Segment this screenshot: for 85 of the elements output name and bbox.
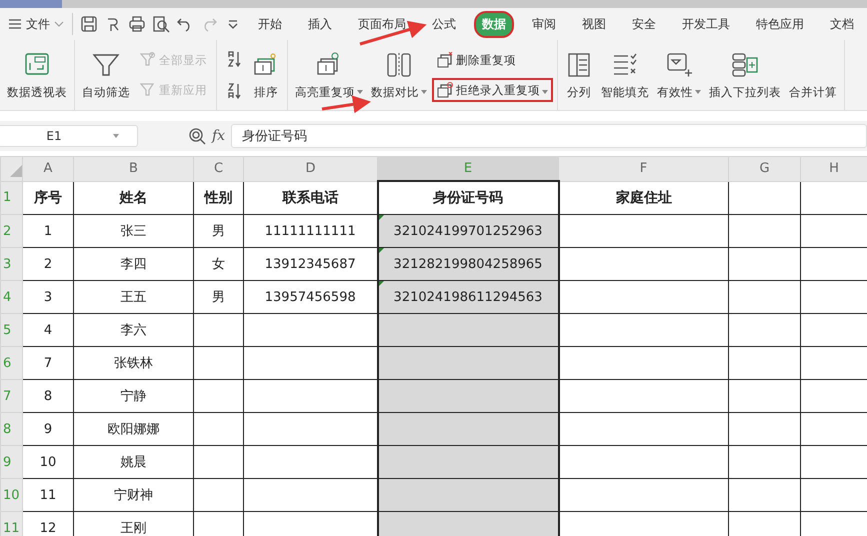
menu-icon [8,18,22,30]
table-cell-text: 男 [212,289,225,306]
table-cell-text: 欧阳娜娜 [108,421,160,438]
table-cell-text: 李六 [120,322,146,339]
column-header[interactable]: D [244,156,378,181]
table-cell: 12 [40,520,56,536]
table-cell-text: 女 [212,256,225,273]
ribbon-tab[interactable]: 视图 [574,10,614,38]
caret-icon [112,133,120,139]
file-menu[interactable]: 文件 [4,16,68,32]
ribbon-tab[interactable]: 开发工具 [674,10,738,38]
table-cell: 321282199804258965 [394,256,542,272]
column-title: 序号 [34,188,62,207]
table-cell: 13912345687 [264,256,356,272]
ribbon-tab[interactable]: 审阅 [524,10,564,38]
chevron-icon [54,20,64,28]
formula-field[interactable]: 身份证号码 [231,124,867,148]
table-cell: 3 [44,290,52,304]
column-header[interactable]: B [74,156,194,181]
table-cell: 13957456598 [264,290,356,304]
table-cell: 11 [40,488,56,502]
column-header[interactable]: G [728,156,800,181]
table-cell: 2 [44,256,52,272]
name-box[interactable]: E1 [0,125,138,147]
ribbon-tab[interactable]: 特色应用 [748,10,812,38]
sort-descending-icon [226,82,242,100]
table-cell: 321024198611294563 [394,290,542,304]
column-title: 姓名 [120,188,148,207]
sort-ascending-icon [226,50,242,68]
ribbon-tab[interactable]: 开始 [250,10,290,38]
table-cell-text: 男 [212,223,225,240]
table-cell-text: 姚晨 [120,454,146,471]
reject-duplicate-icon [437,82,453,98]
column-title: 性别 [204,188,232,207]
table-cell-text: 张铁林 [114,355,153,372]
ribbon-tab[interactable]: 公式 [424,10,464,38]
table-cell-text: 王刚 [120,520,146,536]
table-cell: 11111111111 [264,224,356,238]
ribbon-button[interactable]: 自动筛选 [79,40,133,110]
select-all-icon [10,164,22,176]
column-header[interactable]: H [800,156,867,181]
table-cell: 10 [40,454,56,470]
arrow-annotation [360,20,427,46]
ribbon-button[interactable]: 智能填充 [598,40,652,110]
ribbon-tab[interactable]: 文档 [822,10,862,38]
split-column-icon [385,50,413,78]
table-cell-text: 张三 [120,223,146,240]
filter-icon [140,52,156,68]
table-cell: 8 [44,388,52,404]
zoom-icon [188,127,206,145]
table-cell: 7 [44,356,52,370]
column-title: 家庭住址 [616,188,672,207]
ribbon-button[interactable]: 插入下拉列表 [706,40,784,110]
column-header[interactable]: A [22,156,74,181]
ribbon-button[interactable]: 有效性 [654,40,704,110]
ribbon-button[interactable]: 数据透视表 [4,40,70,110]
table-cell: 9 [44,422,52,436]
ribbon-button[interactable]: 合并计算 [786,40,840,110]
table-cell: 1 [44,224,52,238]
dropdown-list-icon [665,50,693,78]
printer-icon [128,15,146,33]
preview-icon [152,15,170,33]
ribbon-tab[interactable]: 插入 [300,10,340,38]
column-title: 身份证号码 [433,189,503,207]
ribbon-tab[interactable]: 页面布局 [350,10,414,38]
ribbon-button[interactable]: 分列 [562,40,596,110]
ribbon-button[interactable]: 拒绝录入重复项 [432,78,553,102]
save-icon [80,15,98,33]
delete-duplicate-icon [437,52,453,68]
ribbon-button[interactable]: 排序 [249,40,283,110]
merge-icon [731,50,759,78]
table-cell: 4 [44,322,52,338]
table-cell-text: 宁静 [120,388,146,405]
ribbon-button[interactable]: 数据对比 [368,40,430,110]
function-label[interactable]: fx [212,128,226,144]
column-header[interactable]: C [194,156,244,181]
table-cell-text: 宁财神 [114,487,153,504]
column-title: 联系电话 [282,188,338,207]
ribbon-tab[interactable]: 安全 [624,10,664,38]
ribbon-button[interactable]: 删除重复项 [432,48,553,72]
filter-icon [140,82,156,98]
table-cell: 321024199701252963 [394,224,542,238]
table-cell-text: 李四 [120,256,146,273]
column-header[interactable]: F [558,156,728,181]
table-cell-text: 王五 [120,289,146,306]
